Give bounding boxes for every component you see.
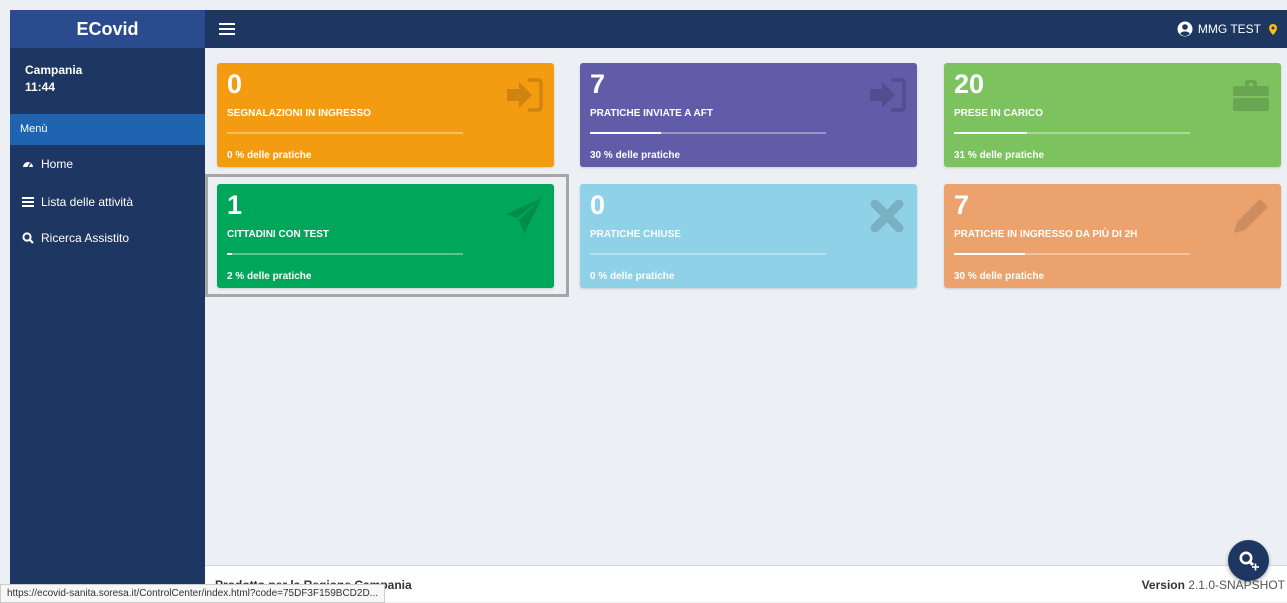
tile-percent-text: 31 % delle pratiche: [954, 150, 1045, 161]
sidebar-item-label: Lista delle attività: [41, 195, 134, 209]
tile-label: SEGNALAZIONI IN INGRESSO: [227, 108, 371, 119]
tile-count: 7: [954, 190, 970, 220]
tile-label: PRATICHE IN INGRESSO DA PIÙ DI 2H: [954, 229, 1138, 240]
tile-progress-bar: [954, 132, 1190, 134]
tile-percent-text: 30 % delle pratiche: [590, 150, 681, 161]
tile-label: PRATICHE CHIUSE: [590, 229, 681, 240]
tile-percent-text: 0 % delle pratiche: [227, 150, 312, 161]
tile-progress-bar: [590, 253, 826, 255]
menu-header: Menù: [10, 114, 205, 145]
tile-percent-text: 0 % delle pratiche: [590, 271, 675, 282]
briefcase-icon: [1233, 80, 1269, 111]
sign-in-icon: [870, 78, 906, 112]
tile-label: CITTADINI CON TEST: [227, 229, 330, 240]
sign-in-icon: [507, 78, 543, 112]
tile-pratiche-in-ingresso-2h[interactable]: 7 PRATICHE IN INGRESSO DA PIÙ DI 2H 30 %…: [944, 184, 1281, 288]
hamburger-menu-icon[interactable]: [219, 19, 235, 39]
tile-progress-bar: [590, 132, 826, 134]
tile-cittadini-con-test[interactable]: 1 CITTADINI CON TEST 2 % delle pratiche: [217, 184, 554, 288]
tile-count: 0: [227, 69, 243, 99]
version-value: 2.1.0-SNAPSHOT: [1188, 578, 1285, 592]
search-icon: [22, 232, 34, 244]
tile-count: 20: [954, 69, 985, 99]
tile-label: PRESE IN CARICO: [954, 108, 1043, 119]
region-info: Campania 11:44: [25, 62, 82, 96]
paper-plane-icon: [506, 198, 542, 234]
user-circle-icon: [1177, 21, 1193, 37]
tile-progress-bar: [227, 253, 463, 255]
sidebar: Campania 11:44 Menù Home Lista delle att…: [10, 48, 205, 601]
tile-percent-text: 30 % delle pratiche: [954, 271, 1045, 282]
region-name: Campania: [25, 63, 83, 77]
dashboard-icon: [23, 162, 33, 168]
version-label: Version: [1141, 578, 1185, 592]
user-menu[interactable]: MMG TEST: [1177, 10, 1277, 48]
top-navbar: MMG TEST: [205, 10, 1287, 48]
tile-segnalazioni-in-ingresso[interactable]: 0 SEGNALAZIONI IN INGRESSO 0 % delle pra…: [217, 63, 554, 167]
tile-count: 0: [590, 190, 606, 220]
search-plus-button[interactable]: [1228, 540, 1269, 581]
user-name: MMG TEST: [1197, 22, 1261, 36]
tile-percent-text: 2 % delle pratiche: [227, 271, 312, 282]
map-pin-icon: [1269, 23, 1277, 35]
sidebar-item-lista-attivita[interactable]: Lista delle attività: [10, 189, 205, 215]
search-plus-icon: [1239, 551, 1259, 570]
tile-count: 7: [590, 69, 606, 99]
current-time: 11:44: [25, 80, 56, 94]
tile-count: 1: [227, 190, 243, 220]
tile-progress-bar: [227, 132, 463, 134]
app-brand[interactable]: ECovid: [10, 10, 205, 48]
sidebar-item-label: Home: [41, 157, 74, 171]
tile-label: PRATICHE INVIATE A AFT: [590, 108, 713, 119]
app-version: Version 2.1.0-SNAPSHOT: [1142, 578, 1285, 592]
tile-pratiche-inviate-aft[interactable]: 7 PRATICHE INVIATE A AFT 30 % delle prat…: [580, 63, 917, 167]
close-icon: [870, 199, 904, 233]
list-icon: [22, 197, 34, 207]
tile-progress-bar: [954, 253, 1190, 255]
status-bar-url: https://ecovid-sanita.soresa.it/ControlC…: [0, 584, 386, 603]
tile-pratiche-chiuse[interactable]: 0 PRATICHE CHIUSE 0 % delle pratiche: [580, 184, 917, 288]
sidebar-item-ricerca-assistito[interactable]: Ricerca Assistito: [10, 225, 205, 251]
tile-prese-in-carico[interactable]: 20 PRESE IN CARICO 31 % delle pratiche: [944, 63, 1281, 167]
sidebar-item-home[interactable]: Home: [10, 151, 205, 177]
pencil-icon: [1234, 199, 1268, 233]
sidebar-item-label: Ricerca Assistito: [41, 231, 130, 245]
